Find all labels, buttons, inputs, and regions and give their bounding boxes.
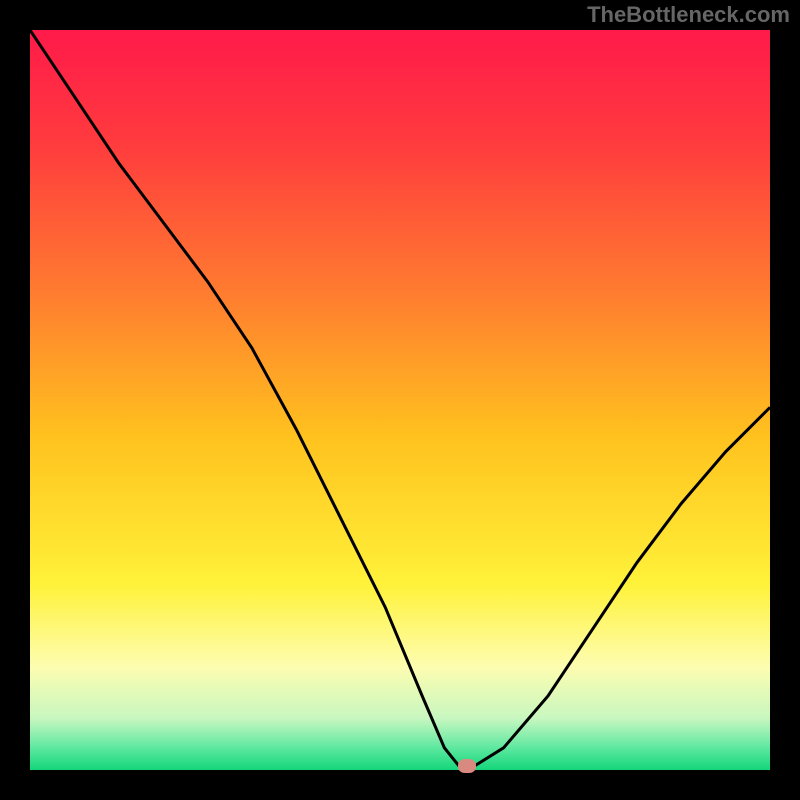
gradient-background — [30, 30, 770, 770]
plot-area — [30, 30, 770, 770]
chart-frame: TheBottleneck.com — [0, 0, 800, 800]
bottleneck-marker — [458, 759, 476, 773]
watermark-text: TheBottleneck.com — [587, 2, 790, 28]
plot-svg — [30, 30, 770, 770]
